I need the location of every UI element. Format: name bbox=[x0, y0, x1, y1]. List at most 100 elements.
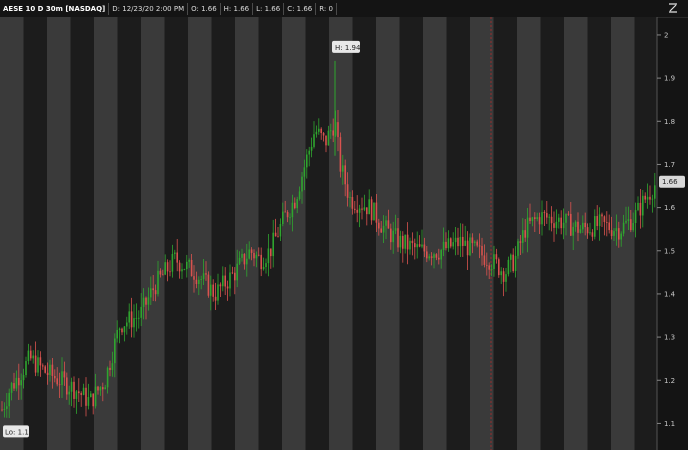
session-band bbox=[305, 17, 329, 450]
candle-body bbox=[176, 252, 178, 263]
candle-body bbox=[42, 365, 44, 367]
candle-body bbox=[346, 184, 349, 198]
candle-body bbox=[250, 249, 253, 253]
candle-body bbox=[409, 240, 411, 250]
expand-icon[interactable] bbox=[668, 3, 678, 13]
candle-body bbox=[411, 240, 414, 244]
candle-body bbox=[471, 237, 474, 244]
chart-header: AESE 10 D 30m [NASDAQ] D: 12/23/20 2:00 … bbox=[0, 0, 688, 18]
candle-body bbox=[366, 207, 368, 215]
candle-body bbox=[579, 229, 582, 233]
high-readout: H: 1.66 bbox=[221, 2, 254, 15]
candle-body bbox=[337, 122, 339, 138]
candle-body bbox=[231, 272, 234, 274]
candle-body bbox=[322, 133, 325, 136]
candle-body bbox=[442, 241, 445, 251]
candle-body bbox=[500, 271, 502, 276]
candle-body bbox=[200, 279, 202, 281]
candle-body bbox=[474, 241, 476, 244]
candle-body bbox=[171, 253, 174, 272]
candle-body bbox=[207, 274, 210, 296]
candle-body bbox=[414, 243, 416, 248]
candle-body bbox=[654, 185, 656, 199]
candle-body bbox=[159, 270, 162, 275]
candle-body bbox=[315, 131, 318, 135]
candle-body bbox=[188, 259, 190, 262]
candle-body bbox=[320, 128, 322, 134]
candle-body bbox=[272, 232, 274, 257]
candle-body bbox=[517, 241, 519, 256]
candle-body bbox=[114, 338, 116, 364]
candle-body bbox=[354, 208, 356, 210]
candle-body bbox=[150, 288, 152, 298]
candle-body bbox=[30, 350, 32, 359]
candle-body bbox=[620, 233, 622, 240]
candle-body bbox=[618, 228, 620, 240]
session-band bbox=[493, 17, 517, 450]
candle-body bbox=[241, 253, 243, 258]
candle-body bbox=[639, 202, 642, 216]
candle-body bbox=[418, 244, 421, 247]
candle-body bbox=[351, 197, 354, 209]
candle-body bbox=[490, 268, 493, 270]
candle-body bbox=[262, 267, 265, 270]
candle-body bbox=[138, 317, 140, 319]
candle-body bbox=[253, 252, 255, 259]
candle-body bbox=[111, 363, 114, 370]
candle-body bbox=[594, 216, 596, 237]
candle-body bbox=[325, 135, 327, 146]
candle-body bbox=[255, 254, 258, 259]
open-readout: O: 1.66 bbox=[188, 2, 221, 15]
candle-body bbox=[99, 387, 102, 391]
candle-body bbox=[306, 154, 308, 168]
candle-body bbox=[531, 217, 534, 222]
session-band bbox=[470, 17, 494, 450]
candle-body bbox=[303, 167, 306, 177]
candle-body bbox=[162, 274, 164, 276]
candle-body bbox=[260, 254, 262, 270]
candle-body bbox=[469, 237, 471, 256]
candle-body bbox=[591, 232, 594, 237]
candle-body bbox=[267, 248, 270, 264]
candle-body bbox=[236, 263, 238, 281]
candle-body bbox=[301, 176, 303, 192]
candle-body bbox=[572, 226, 574, 236]
candle-body bbox=[368, 199, 370, 215]
candle-body bbox=[298, 191, 301, 200]
symbol-label[interactable]: AESE 10 D 30m [NASDAQ] bbox=[0, 2, 110, 15]
candle-body bbox=[421, 244, 423, 247]
candle-body bbox=[20, 380, 22, 386]
price-chart[interactable]: 2 1.9 1.8 1.7 1.6 1.5 1.4 1.3 1.2 1.1 H: 1.94 Lo: 1… bbox=[0, 17, 688, 450]
candle-body bbox=[637, 202, 639, 211]
candle-body bbox=[222, 275, 224, 287]
candle-body bbox=[246, 258, 248, 265]
candle-body bbox=[512, 254, 514, 272]
candle-body bbox=[498, 259, 500, 276]
candle-body bbox=[202, 273, 205, 280]
candle-body bbox=[632, 223, 634, 231]
candle-body bbox=[104, 387, 106, 390]
candle-body bbox=[459, 236, 462, 247]
candle-body bbox=[390, 228, 392, 243]
candle-body bbox=[56, 378, 58, 385]
candle-body bbox=[54, 375, 56, 379]
candle-body bbox=[358, 208, 361, 213]
candle-body bbox=[406, 234, 409, 250]
candle-body bbox=[466, 240, 469, 256]
candle-body bbox=[226, 286, 229, 289]
candle-body bbox=[435, 254, 438, 258]
candle-body bbox=[10, 383, 13, 393]
candle-body bbox=[80, 393, 82, 395]
candle-body bbox=[586, 227, 589, 234]
y-tick-label: 1.1 bbox=[664, 420, 675, 428]
candle-body bbox=[416, 244, 418, 248]
session-band bbox=[141, 17, 165, 450]
candle-body bbox=[589, 232, 591, 234]
candle-body bbox=[66, 377, 68, 395]
candle-body bbox=[555, 221, 558, 228]
candle-body bbox=[142, 297, 145, 307]
candle-body bbox=[116, 329, 118, 339]
candle-body bbox=[495, 254, 498, 260]
session-band bbox=[188, 17, 212, 450]
candle-body bbox=[102, 387, 104, 390]
